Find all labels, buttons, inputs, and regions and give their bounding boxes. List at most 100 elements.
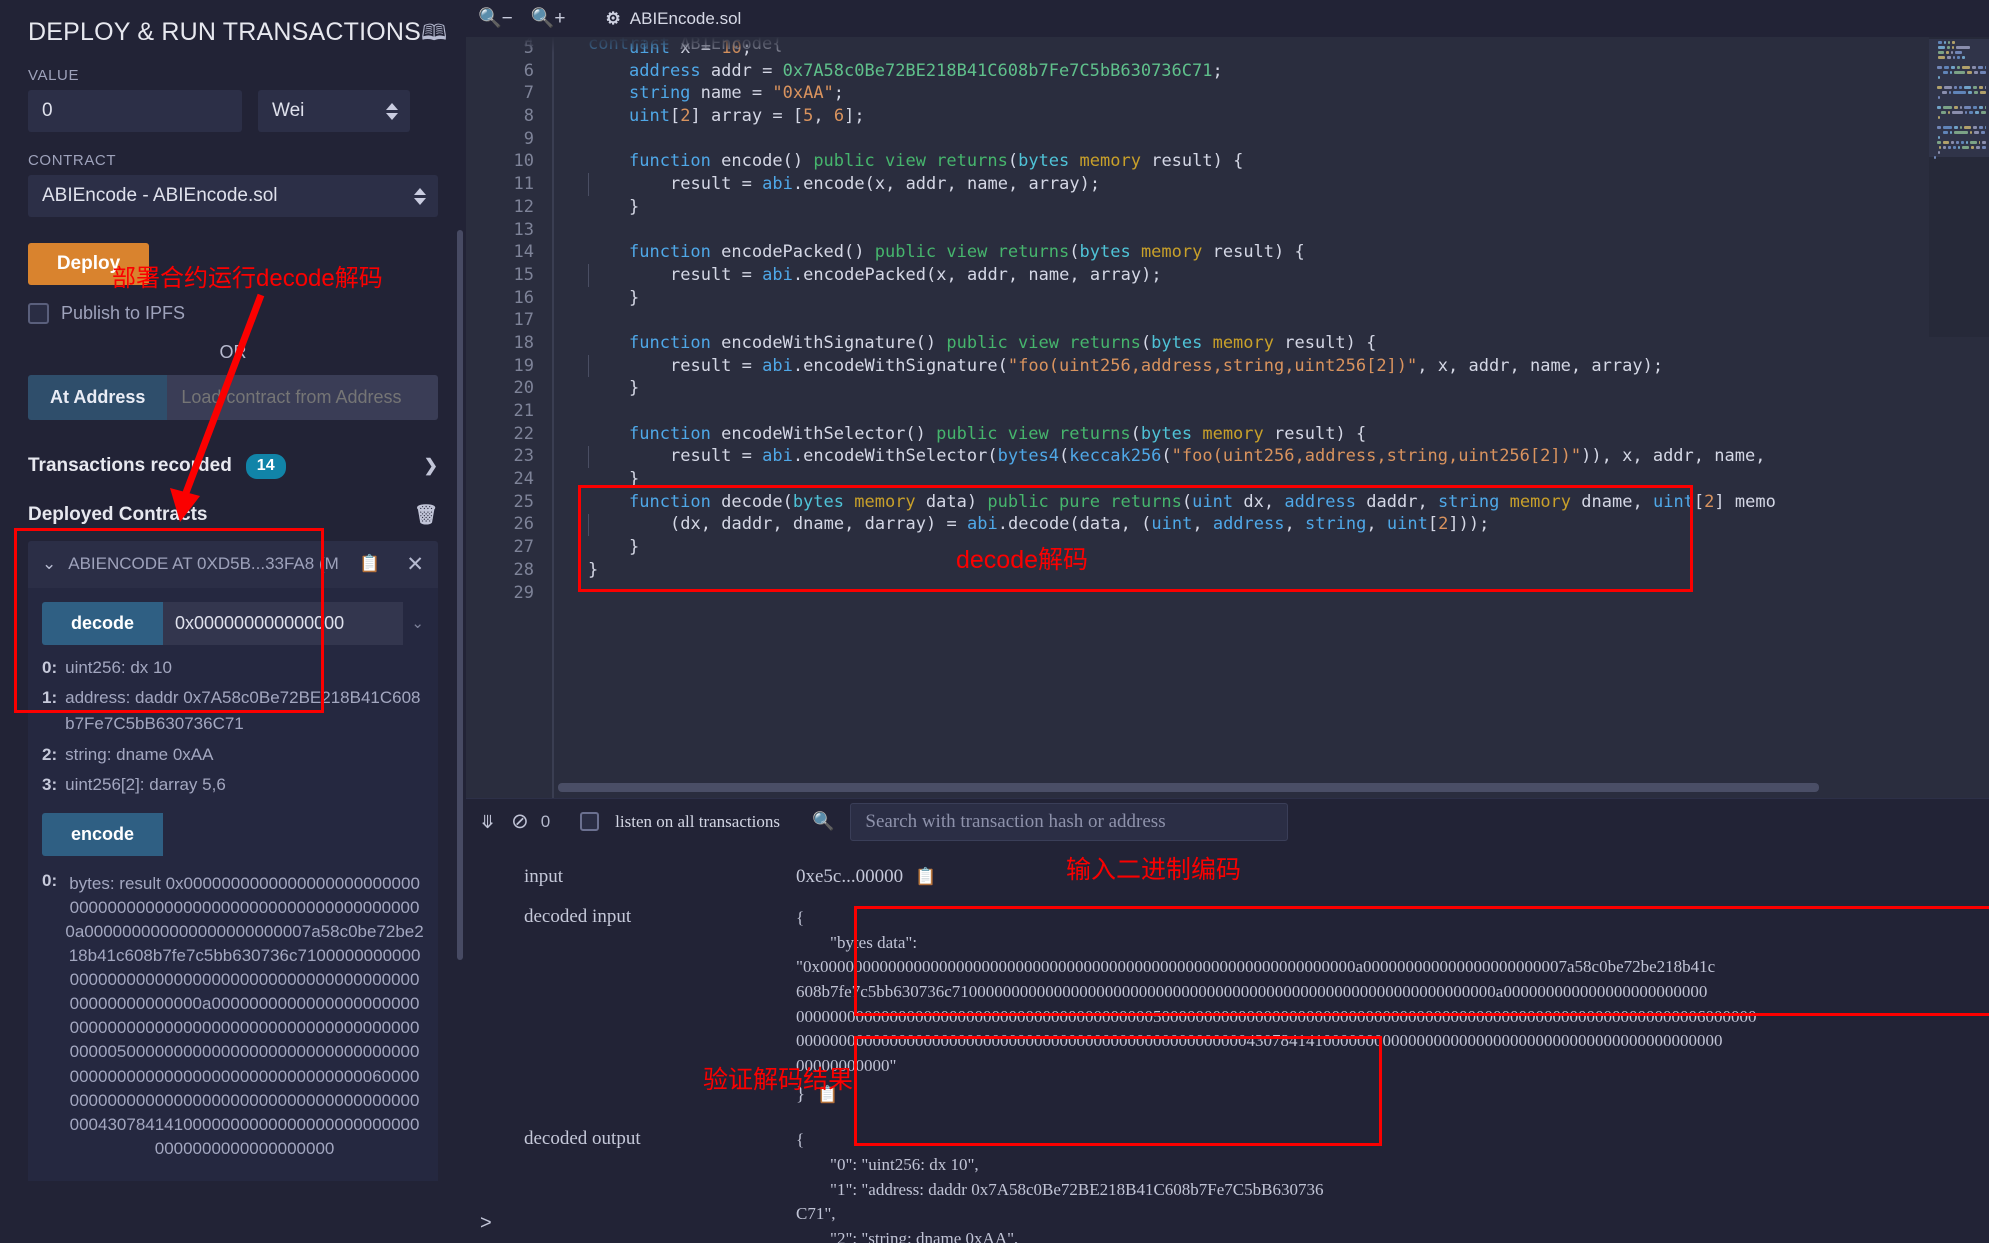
no-entry-icon[interactable]: ⊘ — [511, 811, 529, 832]
double-chevron-down-icon[interactable]: ⤋ — [480, 813, 495, 831]
code-line: 6 address addr = 0x7A58c0Be72BE218B41C60… — [466, 60, 1989, 83]
at-address-button[interactable]: At Address — [28, 375, 167, 420]
indent-guide — [588, 173, 589, 196]
encode-output-label: bytes: result — [69, 874, 165, 893]
transactions-recorded-label: Transactions recorded — [28, 455, 232, 477]
input-row: input 0xe5c...00000 📋 — [466, 866, 1989, 888]
trash-icon[interactable]: 🗑 — [414, 503, 438, 527]
chevron-down-icon[interactable]: ⌄ — [42, 554, 56, 574]
decode-button[interactable]: decode — [42, 602, 163, 645]
line-number: 23 — [466, 445, 552, 468]
code-line: 13 — [466, 219, 1989, 242]
code-editor[interactable]: 5 uint x = 10;6 address addr = 0x7A58c0B… — [466, 37, 1989, 798]
line-number: 19 — [466, 355, 552, 378]
transaction-search-input[interactable]: Search with transaction hash or address — [850, 803, 1288, 841]
line-content: result = abi.encodeWithSignature("foo(ui… — [552, 355, 1663, 378]
output-index: 2: — [42, 742, 57, 768]
line-content: function encodePacked() public view retu… — [552, 241, 1305, 264]
contract-instance-header[interactable]: ⌄ ABIENCODE AT 0XD5B...33FA8 (M 📋 ✕ — [28, 541, 438, 588]
chevron-down-icon[interactable]: ⌄ — [403, 614, 424, 632]
book-icon[interactable]: 🕮 — [421, 22, 447, 44]
zoom-in-icon[interactable]: 🔍+ — [531, 9, 566, 28]
publish-ipfs-checkbox[interactable] — [28, 303, 49, 324]
contract-label: CONTRACT — [28, 152, 438, 169]
copy-icon[interactable]: 📋 — [915, 867, 936, 887]
copy-icon[interactable]: 📋 — [359, 554, 380, 574]
value-unit-select[interactable]: Wei — [258, 90, 410, 132]
code-line: 17 — [466, 309, 1989, 332]
code-line: 16 } — [466, 287, 1989, 310]
line-content: } — [552, 468, 639, 491]
code-line: 20 } — [466, 377, 1989, 400]
line-content — [552, 219, 588, 242]
editor-horizontal-scrollbar[interactable] — [558, 783, 1819, 792]
line-content — [552, 309, 588, 332]
sidebar-scrollbar[interactable] — [457, 230, 463, 960]
code-line: 8 uint[2] array = [5, 6]; — [466, 105, 1989, 128]
list-item: 0: uint256: dx 10 — [42, 655, 424, 681]
at-address-input[interactable] — [167, 375, 438, 420]
line-content: function encodeWithSelector() public vie… — [552, 423, 1366, 446]
indent-guide — [588, 355, 589, 378]
search-icon[interactable]: 🔍 — [812, 811, 834, 832]
decode-input[interactable]: 0x000000000000000 — [163, 602, 403, 645]
editor-top-fade — [466, 37, 1989, 53]
line-number: 11 — [466, 173, 552, 196]
listen-all-transactions-checkbox[interactable] — [580, 812, 599, 831]
line-number: 9 — [466, 128, 552, 151]
code-line: 11 result = abi.encode(x, addr, name, ar… — [466, 173, 1989, 196]
terminal-prompt[interactable]: > — [480, 1212, 492, 1235]
tab-abiencode-sol[interactable]: ⚙ ABIEncode.sol — [584, 9, 742, 29]
line-number: 10 — [466, 150, 552, 173]
tab-label: ABIEncode.sol — [630, 9, 742, 29]
code-lines[interactable]: 5 uint x = 10;6 address addr = 0x7A58c0B… — [466, 37, 1989, 798]
decoded-output-row: decoded output { "0": "uint256: dx 10", … — [466, 1128, 1989, 1243]
encode-button[interactable]: encode — [42, 813, 163, 856]
solidity-icon: ⚙ — [606, 9, 621, 29]
value-input[interactable]: 0 — [28, 90, 242, 132]
output-value: string: dname 0xAA — [65, 742, 213, 768]
close-icon[interactable]: ✕ — [406, 552, 424, 577]
contract-select[interactable]: ABIEncode - ABIEncode.sol — [28, 175, 438, 217]
line-number: 12 — [466, 196, 552, 219]
line-number: 25 — [466, 491, 552, 514]
encode-function-row: encode — [42, 813, 424, 856]
panel-body: VALUE 0 Wei CONTRACT ABIEncode - ABIEnco… — [0, 67, 466, 1181]
code-line: 26 (dx, daddr, dname, darray) = abi.deco… — [466, 513, 1989, 536]
line-content: } — [552, 196, 639, 219]
line-content: uint[2] array = [5, 6]; — [552, 105, 865, 128]
line-content: } — [552, 287, 639, 310]
line-number: 18 — [466, 332, 552, 355]
zoom-out-icon[interactable]: 🔍− — [478, 9, 513, 28]
page-title: DEPLOY & RUN TRANSACTIONS — [28, 18, 421, 47]
deployed-contracts-label: Deployed Contracts — [28, 504, 207, 526]
code-line: 24 } — [466, 468, 1989, 491]
terminal-toolbar: ⤋ ⊘ 0 listen on all transactions 🔍 Searc… — [466, 798, 1989, 844]
at-address-row: At Address — [28, 375, 438, 420]
input-value-wrap: 0xe5c...00000 📋 — [796, 866, 936, 888]
copy-icon[interactable]: 📋 — [817, 1085, 838, 1105]
list-item: 1: address: daddr 0x7A58c0Be72BE218B41C6… — [42, 685, 424, 738]
publish-ipfs-row[interactable]: Publish to IPFS — [28, 303, 438, 324]
value-row: 0 Wei — [28, 90, 438, 132]
contract-instance-card: ⌄ ABIENCODE AT 0XD5B...33FA8 (M 📋 ✕ deco… — [28, 541, 438, 1181]
decoded-output-json: { "0": "uint256: dx 10", "1": "address: … — [796, 1128, 1326, 1243]
chevron-down-icon[interactable]: ❯ — [424, 456, 438, 476]
code-line: 18 function encodeWithSignature() public… — [466, 332, 1989, 355]
output-value: uint256: dx 10 — [65, 655, 172, 681]
deploy-button[interactable]: Deploy — [28, 243, 149, 285]
code-line: 29 — [466, 582, 1989, 605]
listen-all-transactions-label: listen on all transactions — [615, 812, 780, 832]
output-index: 0: — [42, 655, 57, 681]
minimap-viewport[interactable] — [1929, 39, 1989, 157]
line-content: result = abi.encodeWithSelector(bytes4(k… — [552, 445, 1765, 468]
line-number: 21 — [466, 400, 552, 423]
line-number: 16 — [466, 287, 552, 310]
output-value: uint256[2]: darray 5,6 — [65, 772, 226, 798]
decoded-output-key: decoded output — [466, 1128, 796, 1150]
editor-minimap[interactable] — [1929, 37, 1989, 337]
code-line: 25 function decode(bytes memory data) pu… — [466, 491, 1989, 514]
indent-guide — [588, 514, 589, 537]
transactions-recorded-row[interactable]: Transactions recorded 14 ❯ — [28, 454, 438, 479]
terminal-output: input 0xe5c...00000 📋 decoded input { "b… — [466, 844, 1989, 1243]
